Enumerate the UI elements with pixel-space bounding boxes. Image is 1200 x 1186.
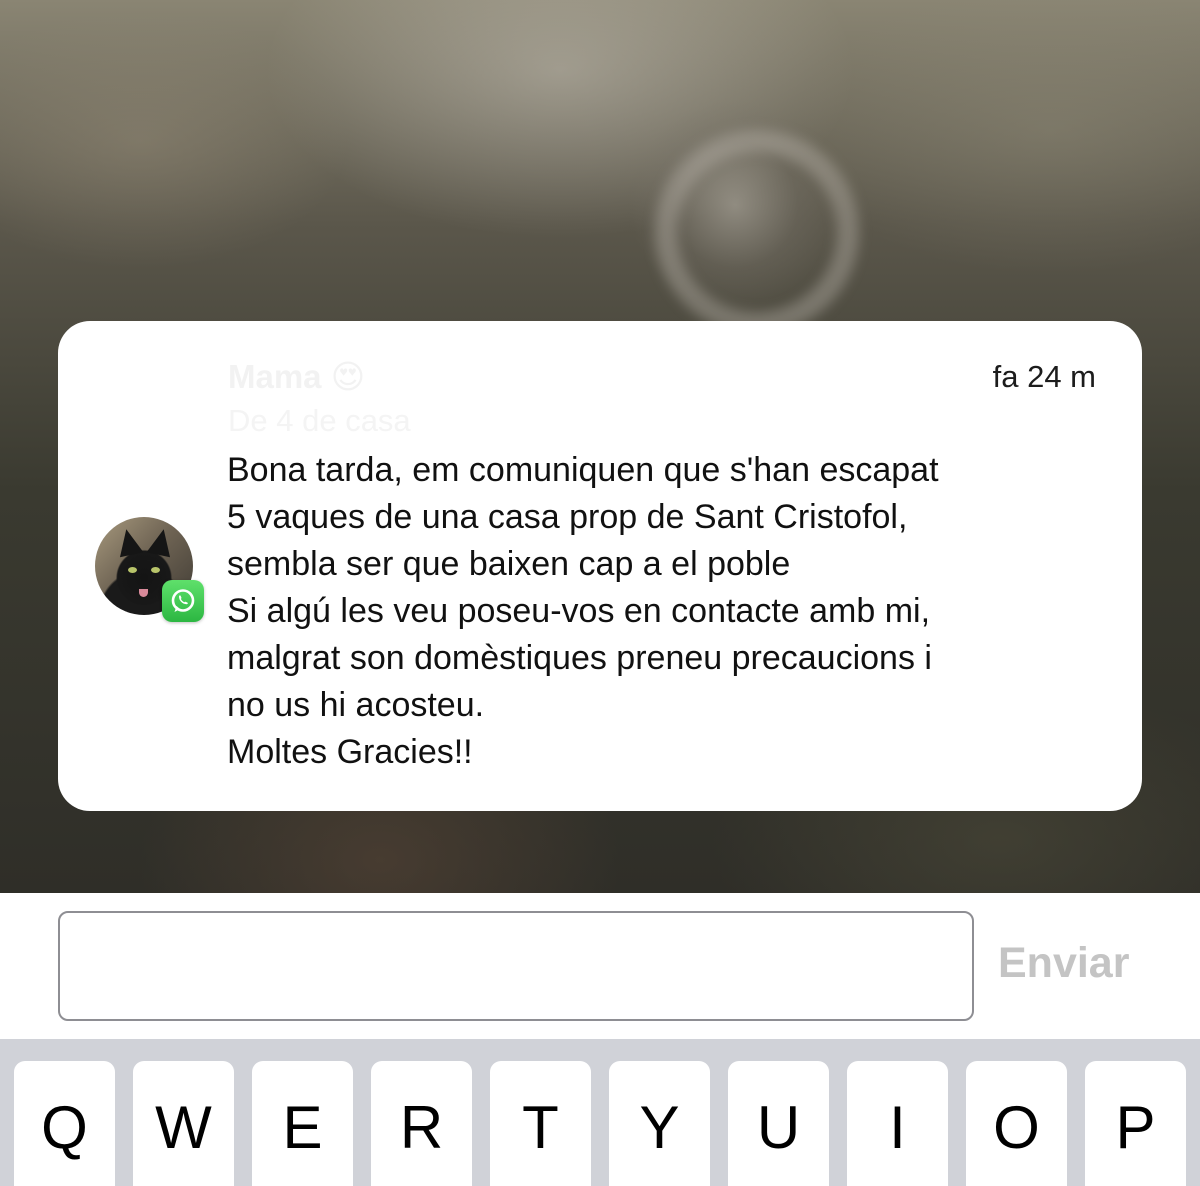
sender-name: Mama 😍 [228, 358, 366, 395]
key-y[interactable]: Y [609, 1061, 710, 1186]
key-u[interactable]: U [728, 1061, 829, 1186]
key-e[interactable]: E [252, 1061, 353, 1186]
key-t[interactable]: T [490, 1061, 591, 1186]
keyboard: Q W E R T Y U I O P [0, 1039, 1200, 1186]
avatar-detail [146, 526, 176, 558]
notification-message: Bona tarda, em comuniquen que s'han esca… [227, 451, 939, 771]
whatsapp-icon [162, 580, 204, 622]
blurred-background-shape [655, 130, 859, 334]
key-o[interactable]: O [966, 1061, 1067, 1186]
avatar-detail [139, 589, 148, 597]
key-r[interactable]: R [371, 1061, 472, 1186]
reply-composer: Enviar [0, 893, 1200, 1039]
sender-subtitle: De 4 de casa [228, 403, 411, 438]
notification-card[interactable]: Mama 😍 De 4 de casa fa 24 m Bona tarda, … [58, 321, 1142, 811]
send-button[interactable]: Enviar [998, 939, 1129, 988]
notification-timestamp: fa 24 m [992, 359, 1096, 394]
key-w[interactable]: W [133, 1061, 234, 1186]
avatar-detail [128, 567, 137, 573]
avatar-detail [151, 567, 160, 573]
reply-input[interactable] [58, 911, 974, 1021]
avatar-detail [114, 526, 144, 558]
key-q[interactable]: Q [14, 1061, 115, 1186]
key-i[interactable]: I [847, 1061, 948, 1186]
key-p[interactable]: P [1085, 1061, 1186, 1186]
